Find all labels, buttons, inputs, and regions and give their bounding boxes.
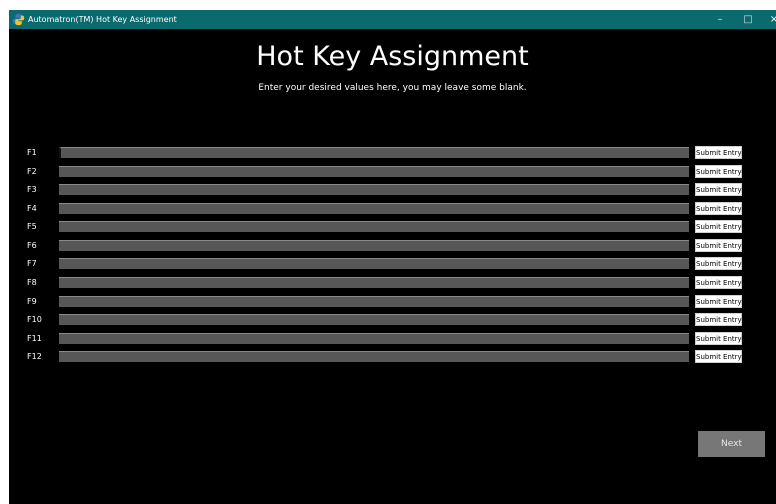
page-subtitle: Enter your desired values here, you may … <box>258 83 527 93</box>
app-window: Automatron(TM) Hot Key Assignment – □ × … <box>9 10 776 504</box>
close-button[interactable]: × <box>760 10 776 29</box>
hotkey-row-f12: F12 Submit Entry <box>9 350 776 364</box>
hotkey-row-f8: F8 Submit Entry <box>9 276 776 290</box>
submit-entry-button-f3[interactable]: Submit Entry <box>695 183 742 196</box>
submit-entry-button-f5[interactable]: Submit Entry <box>695 220 742 233</box>
title-bar[interactable]: Automatron(TM) Hot Key Assignment – □ × <box>9 10 776 29</box>
hotkey-row-f3: F3 Submit Entry <box>9 183 776 197</box>
hotkey-row-f10: F10 Submit Entry <box>9 313 776 327</box>
hotkey-label: F11 <box>27 334 42 343</box>
submit-entry-button-f9[interactable]: Submit Entry <box>695 295 742 308</box>
hotkey-input-f3[interactable] <box>59 184 689 195</box>
hotkey-label: F1 <box>27 148 37 157</box>
submit-entry-button-f4[interactable]: Submit Entry <box>695 202 742 215</box>
hotkey-row-f4: F4 Submit Entry <box>9 202 776 216</box>
hotkey-label: F8 <box>27 278 37 287</box>
submit-entry-button-f10[interactable]: Submit Entry <box>695 313 742 326</box>
hotkey-input-f6[interactable] <box>59 240 689 251</box>
window-title: Automatron(TM) Hot Key Assignment <box>28 15 177 24</box>
minimize-button[interactable]: – <box>706 10 734 29</box>
hotkey-input-f7[interactable] <box>59 258 689 269</box>
hotkey-row-f1: F1 Submit Entry <box>9 146 776 160</box>
maximize-button[interactable]: □ <box>734 10 762 29</box>
hotkey-input-f12[interactable] <box>59 351 689 362</box>
hotkey-row-f2: F2 Submit Entry <box>9 165 776 179</box>
hotkey-input-f5[interactable] <box>59 221 689 232</box>
hotkey-label: F7 <box>27 259 37 268</box>
hotkey-row-f9: F9 Submit Entry <box>9 295 776 309</box>
hotkey-label: F4 <box>27 204 37 213</box>
python-icon <box>12 13 25 26</box>
submit-entry-button-f11[interactable]: Submit Entry <box>695 332 742 345</box>
hotkey-label: F6 <box>27 241 37 250</box>
submit-entry-button-f2[interactable]: Submit Entry <box>695 165 742 178</box>
page-title: Hot Key Assignment <box>256 41 529 72</box>
hotkey-row-f11: F11 Submit Entry <box>9 332 776 346</box>
submit-entry-button-f7[interactable]: Submit Entry <box>695 257 742 270</box>
submit-entry-button-f8[interactable]: Submit Entry <box>695 276 742 289</box>
hotkey-input-f10[interactable] <box>59 314 689 325</box>
hotkey-input-f8[interactable] <box>59 277 689 288</box>
hotkey-label: F9 <box>27 297 37 306</box>
submit-entry-button-f1[interactable]: Submit Entry <box>695 146 742 159</box>
hotkey-input-f2[interactable] <box>59 166 689 177</box>
hotkey-label: F2 <box>27 167 37 176</box>
submit-entry-button-f6[interactable]: Submit Entry <box>695 239 742 252</box>
next-button[interactable]: Next <box>698 431 765 457</box>
hotkey-input-f1[interactable] <box>59 147 689 158</box>
hotkey-row-f5: F5 Submit Entry <box>9 220 776 234</box>
hotkey-input-f9[interactable] <box>59 296 689 307</box>
hotkey-input-f11[interactable] <box>59 333 689 344</box>
hotkey-input-f4[interactable] <box>59 203 689 214</box>
hotkey-label: F12 <box>27 352 42 361</box>
hotkey-label: F10 <box>27 315 42 324</box>
submit-entry-button-f12[interactable]: Submit Entry <box>695 350 742 363</box>
hotkey-row-f7: F7 Submit Entry <box>9 257 776 271</box>
hotkey-label: F3 <box>27 185 37 194</box>
hotkey-row-f6: F6 Submit Entry <box>9 239 776 253</box>
hotkey-label: F5 <box>27 222 37 231</box>
